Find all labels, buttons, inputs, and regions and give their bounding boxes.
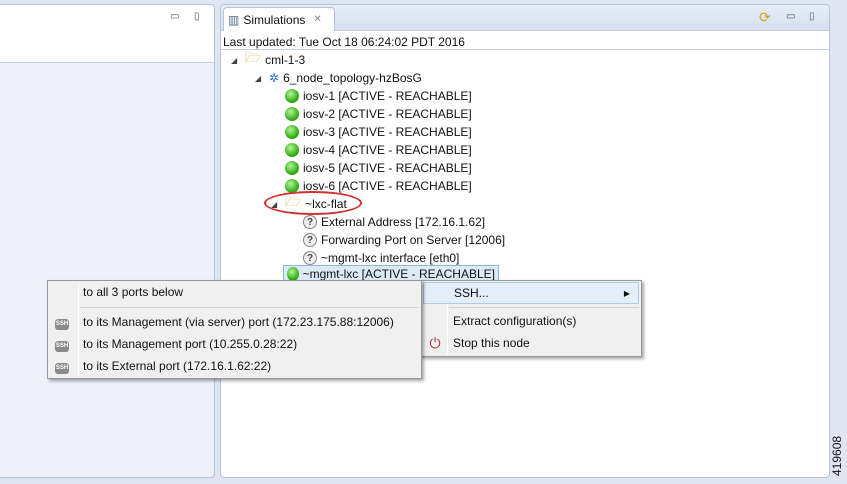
folder-icon: 🗁 (245, 50, 262, 65)
tree-label: ~mgmt-lxc [ACTIVE - REACHABLE] (302, 267, 495, 281)
tree-item-node[interactable]: iosv-5 [ACTIVE - REACHABLE] (285, 159, 472, 177)
tree-label: iosv-1 [ACTIVE - REACHABLE] (303, 89, 472, 103)
tree-item-root[interactable]: ◢ 🗁 cml-1-3 (231, 50, 306, 69)
help-icon: ? (303, 233, 317, 247)
minimize-button[interactable]: ▭ (170, 11, 179, 22)
expand-icon[interactable]: ◢ (231, 56, 241, 65)
view-tabbar: ▥ Simulations ✕ ⟳ ▭ ▯ (221, 5, 829, 31)
power-icon: ⏻ (429, 334, 441, 351)
close-icon[interactable]: ✕ (313, 14, 321, 25)
status-ok-icon (285, 125, 299, 139)
tree-item-node[interactable]: iosv-1 [ACTIVE - REACHABLE] (285, 87, 472, 105)
ssh-icon: SSH (54, 358, 70, 374)
menu-item-extract-configurations[interactable]: Extract configuration(s) (421, 310, 641, 332)
menu-item-ssh[interactable]: SSH... ▶ (423, 282, 639, 304)
menu-label: SSH... (454, 286, 489, 300)
simulations-view: ▥ Simulations ✕ ⟳ ▭ ▯ Last updated: Tue … (220, 4, 830, 478)
menu-item-stop-node[interactable]: ⏻ Stop this node (421, 332, 641, 354)
tree-label: iosv-2 [ACTIVE - REACHABLE] (303, 107, 472, 121)
ssh-icon: SSH (54, 336, 70, 352)
topology-icon: ✲ (269, 71, 280, 85)
status-ok-icon (285, 107, 299, 121)
expand-icon[interactable]: ◢ (255, 74, 265, 83)
server-icon: ▥ (228, 12, 240, 27)
menu-label: Stop this node (453, 336, 530, 350)
menu-item-ssh-management-via-server[interactable]: SSH to its Management (via server) port (… (48, 311, 421, 333)
help-icon: ? (303, 251, 317, 265)
last-updated: Last updated: Tue Oct 18 06:24:02 PDT 20… (221, 31, 829, 50)
ssh-icon: SSH (54, 314, 70, 330)
tree-label: Forwarding Port on Server [12006] (321, 233, 506, 247)
tab-label: Simulations (243, 12, 306, 27)
status-ok-icon (285, 161, 299, 175)
tree-label: iosv-4 [ACTIVE - REACHABLE] (303, 143, 472, 157)
ssh-submenu: to all 3 ports below SSH to its Managemen… (47, 280, 422, 379)
tree-label: iosv-5 [ACTIVE - REACHABLE] (303, 161, 472, 175)
menu-label: to all 3 ports below (83, 285, 184, 299)
tree-item-node[interactable]: iosv-2 [ACTIVE - REACHABLE] (285, 105, 472, 123)
maximize-button[interactable]: ▯ (809, 11, 815, 22)
tree-item-property[interactable]: ? External Address [172.16.1.62] (303, 213, 485, 231)
menu-item-ssh-management[interactable]: SSH to its Management port (10.255.0.28:2… (48, 333, 421, 355)
left-panel-toolbar (0, 31, 214, 63)
refresh-icon[interactable]: ⟳ (759, 9, 771, 26)
tree-label: 6_node_topology-hzBosG (283, 71, 422, 85)
minimize-button[interactable]: ▭ (786, 11, 795, 22)
tree-label: iosv-3 [ACTIVE - REACHABLE] (303, 125, 472, 139)
menu-separator (449, 307, 639, 308)
status-ok-icon (287, 267, 299, 281)
tree-item-topology[interactable]: ◢ ✲ 6_node_topology-hzBosG (255, 69, 422, 87)
context-menu: SSH... ▶ Extract configuration(s) ⏻ Stop t… (420, 280, 642, 357)
status-ok-icon (285, 89, 299, 103)
menu-label: Extract configuration(s) (453, 314, 577, 328)
menu-label: to its Management (via server) port (172… (83, 315, 394, 329)
menu-item-ssh-external[interactable]: SSH to its External port (172.16.1.62:22) (48, 355, 421, 377)
menu-separator (80, 307, 419, 308)
left-panel-header (0, 5, 214, 31)
tree-label: External Address [172.16.1.62] (321, 215, 486, 229)
tree-label: cml-1-3 (265, 53, 306, 67)
left-panel: ▭ ▯ (0, 4, 215, 478)
status-ok-icon (285, 143, 299, 157)
figure-id: 419608 (830, 435, 844, 476)
tree-item-node[interactable]: iosv-4 [ACTIVE - REACHABLE] (285, 141, 472, 159)
maximize-button[interactable]: ▯ (194, 11, 200, 22)
submenu-arrow-icon: ▶ (623, 288, 630, 298)
menu-label: to its Management port (10.255.0.28:22) (83, 337, 298, 351)
menu-item-ssh-all[interactable]: to all 3 ports below (48, 281, 421, 303)
help-icon: ? (303, 215, 317, 229)
tab-simulations[interactable]: ▥ Simulations ✕ (223, 7, 335, 31)
tree-item-property[interactable]: ? Forwarding Port on Server [12006] (303, 231, 505, 249)
tree-label: ~mgmt-lxc interface [eth0] (321, 251, 460, 265)
highlight-ellipse (264, 191, 362, 215)
tree-item-node[interactable]: iosv-3 [ACTIVE - REACHABLE] (285, 123, 472, 141)
menu-label: to its External port (172.16.1.62:22) (83, 359, 272, 373)
